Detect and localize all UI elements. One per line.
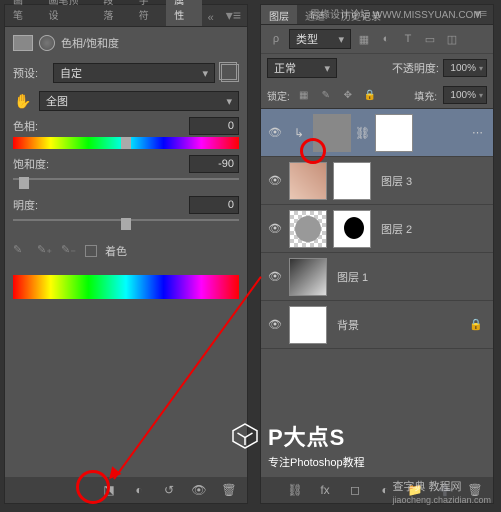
filter-type-t-icon[interactable]: T [399,30,417,48]
mask-icon [39,35,55,51]
tab-layers[interactable]: 图层 [261,5,297,24]
visibility-toggle-icon[interactable]: 👁 [265,222,285,235]
clip-indicator-icon: ↳ [289,126,309,140]
left-panel-tabs: 画笔 画笔预设 段落 字符 属性 « ▾≡ [5,5,247,27]
eyedropper-add-icon[interactable]: ✎₊ [37,243,53,259]
lock-all-icon[interactable]: 🔒 [362,87,378,103]
lock-transparent-icon[interactable]: ▦ [296,87,312,103]
link-layers-icon[interactable]: ⛓ [285,480,305,500]
layer-row[interactable]: 👁 背景 🔒 [261,301,493,349]
layers-list: 👁 ↳ ⛓ ⋯ 👁 图层 3 👁 图层 2 👁 图层 1 👁 [261,109,493,349]
layer-row[interactable]: 👁 图层 2 [261,205,493,253]
blend-mode-dropdown[interactable]: 正常 [267,58,337,78]
properties-panel: 画笔 画笔预设 段落 字符 属性 « ▾≡ 色相/饱和度 预设: 自定 ✋ 全图… [4,4,248,504]
fill-label: 填充: [414,88,437,103]
tab-character[interactable]: 字符 [131,0,166,26]
properties-footer: ⬔ ◐ ↺ 👁 🗑 [5,477,247,503]
filter-dropdown[interactable]: 类型 [289,29,351,49]
layer-row[interactable]: 👁 图层 3 [261,157,493,205]
layer-name[interactable]: 图层 1 [331,269,489,285]
visibility-toggle-icon[interactable]: 👁 [265,270,285,283]
preset-label: 预设: [13,65,47,81]
properties-title: 色相/饱和度 [61,35,119,51]
layer-mask-thumb[interactable] [333,210,371,248]
filter-adjust-icon[interactable]: ◐ [377,30,395,48]
mask-new-icon[interactable]: ◻ [345,480,365,500]
preset-dropdown[interactable]: 自定 [53,63,215,83]
lock-label: 锁定: [267,88,290,103]
watermark-bottom: 查字典 教程网 jiaocheng.chazidian.com [392,478,491,506]
link-icon: ⛓ [355,126,369,140]
reset-icon[interactable]: ↺ [159,480,179,500]
preset-stack-icon[interactable] [221,64,239,82]
channel-dropdown[interactable]: 全图 [39,91,239,111]
saturation-label: 饱和度: [13,156,49,172]
colorize-label: 着色 [105,243,127,259]
fx-icon[interactable]: fx [315,480,335,500]
lock-paint-icon[interactable]: ✎ [318,87,334,103]
collapse-icon[interactable]: « [202,10,220,26]
adjustment-icon [13,35,33,51]
layer-name[interactable]: 背景 [331,317,459,333]
layer-mask-thumb[interactable] [333,162,371,200]
prev-state-icon[interactable]: ◐ [129,480,149,500]
lock-icon: 🔒 [463,318,489,331]
lock-move-icon[interactable]: ✥ [340,87,356,103]
logo-subtitle: 专注Photoshop教程 [268,454,490,470]
tab-paragraph[interactable]: 段落 [95,0,130,26]
opacity-label: 不透明度: [392,60,439,76]
layer-thumb[interactable] [289,258,327,296]
lightness-label: 明度: [13,197,38,213]
brand-logo: P大点S 专注Photoshop教程 [230,420,490,470]
layer-thumb[interactable] [289,162,327,200]
hue-slider[interactable] [13,137,239,149]
annotation-circle [300,138,326,164]
color-spectrum [13,275,239,299]
fill-value[interactable]: 100% [443,86,487,104]
layer-row-adjustment[interactable]: 👁 ↳ ⛓ ⋯ [261,109,493,157]
layer-menu-icon[interactable]: ⋯ [466,126,489,139]
opacity-value[interactable]: 100% [443,59,487,77]
lightness-slider[interactable] [13,219,239,231]
layer-mask-thumb[interactable] [375,114,413,152]
saturation-slider[interactable] [13,178,239,190]
layer-name[interactable]: 图层 2 [375,221,489,237]
filter-shape-icon[interactable]: ▭ [421,30,439,48]
visibility-toggle-icon[interactable]: 👁 [265,126,285,139]
watermark-top: 思缘设计论坛 WWW.MISSYUAN.COM [310,6,482,21]
hand-tool-icon[interactable]: ✋ [13,91,33,111]
tab-brush[interactable]: 画笔 [5,0,40,26]
tab-properties[interactable]: 属性 [166,0,201,26]
panel-menu-icon[interactable]: ▾≡ [220,5,247,26]
filter-pixel-icon[interactable]: ▦ [355,30,373,48]
trash-icon[interactable]: 🗑 [219,480,239,500]
visibility-toggle-icon[interactable]: 👁 [265,174,285,187]
lightness-value[interactable]: 0 [189,196,239,214]
eyedropper-sub-icon[interactable]: ✎₋ [61,243,77,259]
layer-thumb[interactable] [289,306,327,344]
filter-smart-icon[interactable]: ◫ [443,30,461,48]
layer-name[interactable]: 图层 3 [375,173,489,189]
layer-thumb[interactable] [289,210,327,248]
logo-title: P大点S [268,420,345,452]
colorize-checkbox[interactable] [85,245,97,257]
hue-label: 色相: [13,118,38,134]
tab-brush-preset[interactable]: 画笔预设 [40,0,95,26]
eyedropper-icon[interactable]: ✎ [13,243,29,259]
logo-icon [230,421,260,451]
hue-value[interactable]: 0 [189,117,239,135]
visibility-toggle-icon[interactable]: 👁 [265,318,285,331]
visibility-icon[interactable]: 👁 [189,480,209,500]
saturation-value[interactable]: -90 [189,155,239,173]
filter-type-icon[interactable]: ρ [267,30,285,48]
layer-row[interactable]: 👁 图层 1 [261,253,493,301]
